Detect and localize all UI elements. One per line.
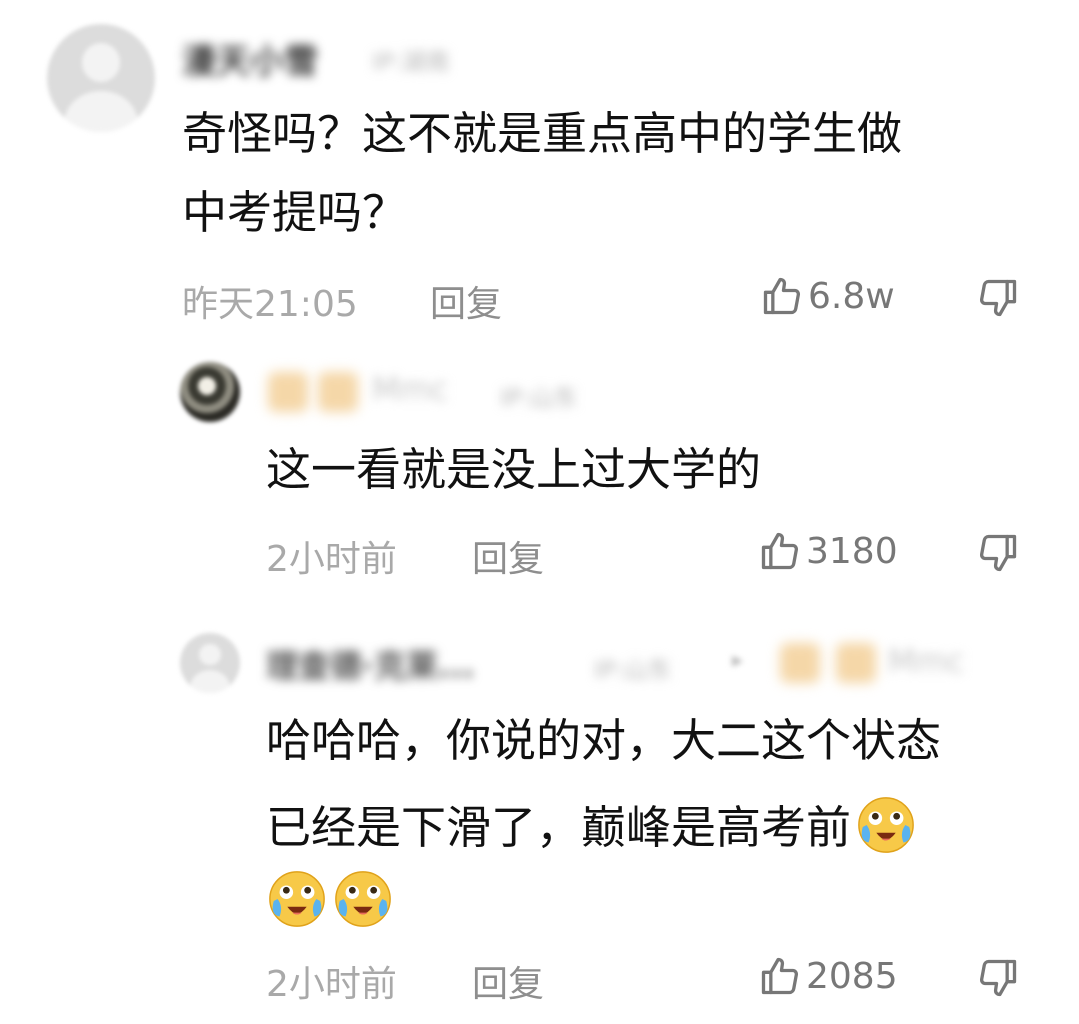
like-count: 2085 (806, 955, 898, 997)
like-count: 3180 (806, 530, 898, 572)
crying-laughing-emoji (266, 868, 328, 930)
like-count: 6.8w (808, 275, 895, 317)
author-name[interactable]: 漫天小雪 (182, 34, 318, 83)
thumbs-down-icon[interactable] (976, 956, 1020, 1000)
badge (780, 643, 820, 683)
reply-button[interactable]: 回复 (472, 955, 544, 1007)
comment-text-line: 这一看就是没上过大学的 (266, 443, 762, 496)
like-button[interactable]: 3180 (758, 529, 898, 573)
reply-button[interactable]: 回复 (430, 275, 502, 327)
like-button[interactable]: 6.8w (760, 274, 895, 318)
badge (268, 372, 308, 412)
comment-text-line: 中考提吗？ (182, 186, 408, 239)
reply-to-arrow: ▸ (732, 648, 744, 673)
avatar[interactable] (180, 633, 240, 693)
badge (318, 372, 358, 412)
badge (836, 643, 876, 683)
thumbs-down-icon[interactable] (976, 531, 1020, 575)
reply-target-name[interactable]: Mmc (888, 642, 964, 680)
thumbs-up-icon (758, 954, 802, 998)
comment-time: 昨天21:05 (182, 284, 358, 325)
thumbs-up-icon (758, 529, 802, 573)
thumbs-up-icon (760, 274, 804, 318)
ip-location: IP:山东 (594, 656, 672, 684)
comment-thread: 漫天小雪 IP:湖南 奇怪吗？这不就是重点高中的学生做 中考提吗？ 昨天21:0… (0, 0, 1079, 1024)
avatar[interactable] (47, 24, 155, 132)
comment-text-line: 已经是下滑了，巅峰是高考前 (266, 797, 917, 862)
comment-text-line: 奇怪吗？这不就是重点高中的学生做 (182, 107, 903, 160)
like-button[interactable]: 2085 (758, 954, 898, 998)
thumbs-down-icon[interactable] (976, 276, 1020, 320)
avatar[interactable] (180, 362, 240, 422)
crying-laughing-emoji (332, 868, 394, 930)
author-name[interactable]: Mmc (372, 370, 448, 408)
ip-location: IP:湖南 (372, 48, 450, 76)
emoji-line (266, 868, 394, 930)
ip-location: IP:山东 (500, 384, 578, 412)
crying-laughing-emoji (855, 794, 917, 856)
comment-time: 2小时前 (266, 964, 397, 1005)
comment-text-line: 哈哈哈，你说的对，大二这个状态 (266, 714, 942, 767)
comment-text-segment: 已经是下滑了，巅峰是高考前 (266, 801, 852, 854)
author-name[interactable]: 理查德·克莱... (266, 641, 475, 687)
reply-button[interactable]: 回复 (472, 530, 544, 582)
comment-time: 2小时前 (266, 539, 397, 580)
